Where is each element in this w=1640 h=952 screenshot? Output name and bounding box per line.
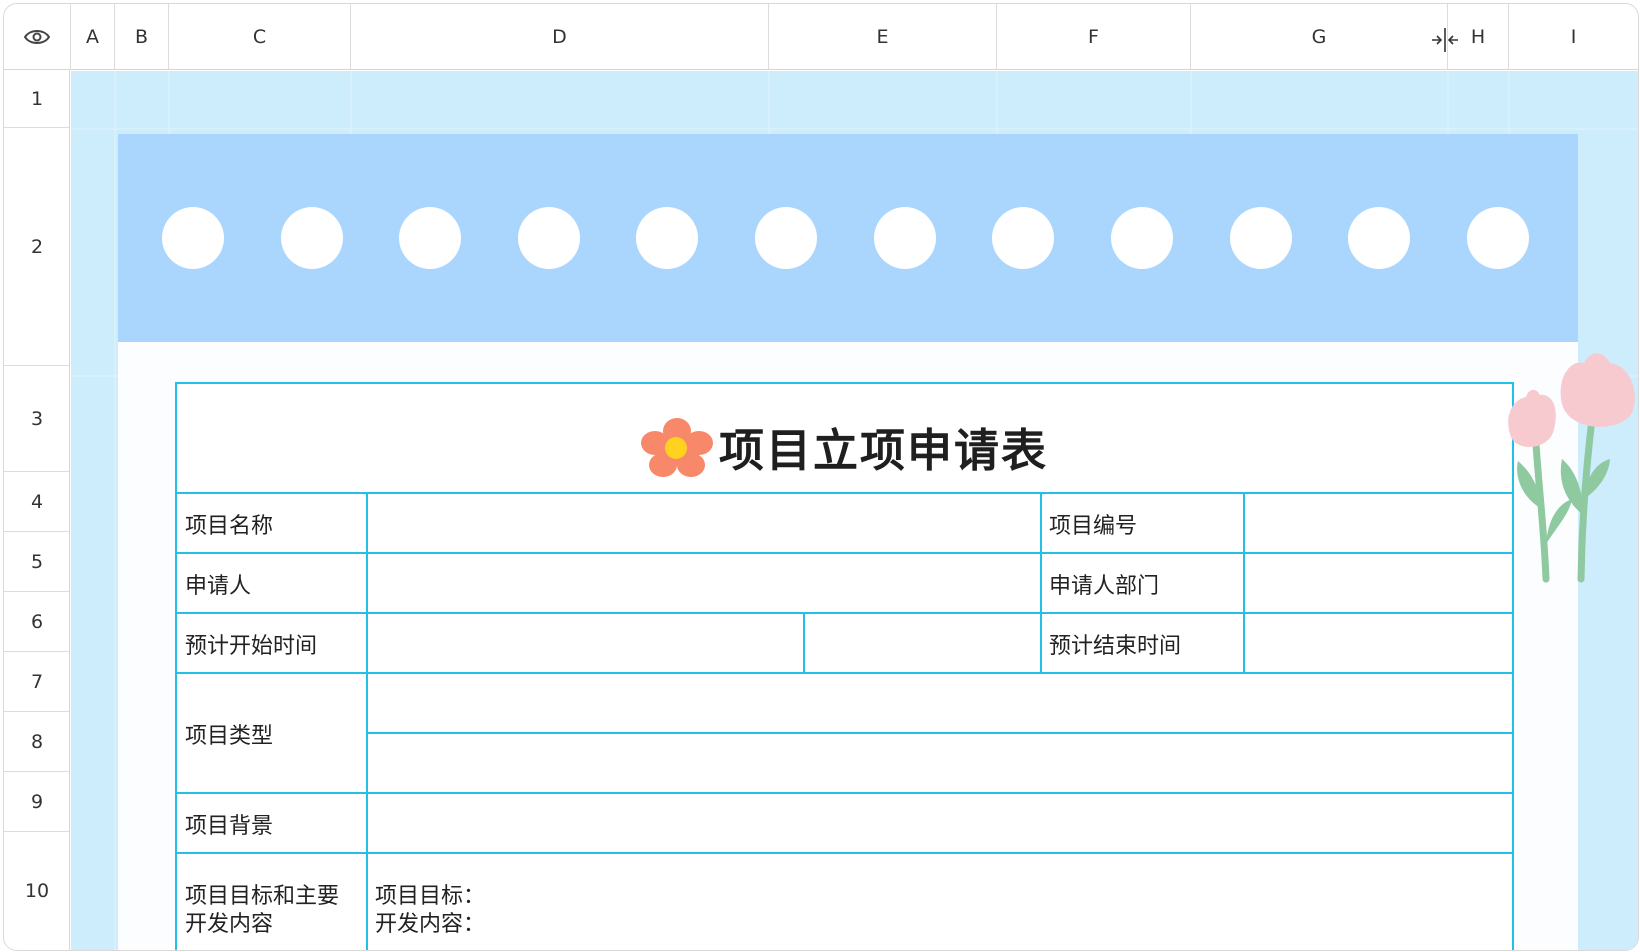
column-header: A B C D E F G H I bbox=[4, 4, 1638, 70]
column-resize-icon[interactable] bbox=[1430, 26, 1460, 54]
label-applicant[interactable]: 申请人 bbox=[185, 568, 251, 600]
banner-dot bbox=[874, 207, 936, 269]
input-project-number[interactable] bbox=[1245, 494, 1512, 552]
row-5[interactable]: 5 bbox=[4, 532, 70, 592]
label-planned-end[interactable]: 预计结束时间 bbox=[1049, 628, 1181, 660]
row-header: 1 2 3 4 5 6 7 8 9 10 bbox=[4, 70, 70, 950]
banner-dot bbox=[162, 207, 224, 269]
column-c[interactable]: C bbox=[169, 4, 351, 70]
banner-dot bbox=[1111, 207, 1173, 269]
banner-dot bbox=[1348, 207, 1410, 269]
flower-icon bbox=[640, 417, 713, 477]
label-project-background[interactable]: 项目背景 bbox=[185, 808, 273, 840]
column-d[interactable]: D bbox=[351, 4, 769, 70]
row-8[interactable]: 8 bbox=[4, 712, 70, 772]
banner-dot bbox=[1467, 207, 1529, 269]
tulip-illustration bbox=[1508, 353, 1635, 583]
label-project-number[interactable]: 项目编号 bbox=[1049, 508, 1137, 540]
row-2[interactable]: 2 bbox=[4, 128, 70, 366]
column-f[interactable]: F bbox=[997, 4, 1191, 70]
banner-dot bbox=[755, 207, 817, 269]
corner-cell[interactable] bbox=[4, 4, 71, 70]
input-project-background[interactable] bbox=[368, 794, 1512, 852]
banner-dot bbox=[992, 207, 1054, 269]
input-planned-start[interactable] bbox=[368, 614, 803, 672]
column-i[interactable]: I bbox=[1509, 4, 1638, 70]
input-project-name[interactable] bbox=[368, 494, 1040, 552]
project-application-form: 项目立项申请表 项目名称 项目编号 申请人 申请人部门 预计开始时间 预计结束时… bbox=[175, 382, 1514, 950]
label-applicant-dept[interactable]: 申请人部门 bbox=[1049, 568, 1159, 600]
label-planned-start[interactable]: 预计开始时间 bbox=[185, 628, 317, 660]
label-project-type[interactable]: 项目类型 bbox=[185, 718, 273, 750]
form-title[interactable]: 项目立项申请表 bbox=[719, 414, 1048, 479]
row-10[interactable]: 10 bbox=[4, 832, 70, 950]
input-planned-end[interactable] bbox=[1245, 614, 1512, 672]
banner-dot bbox=[1230, 207, 1292, 269]
column-e[interactable]: E bbox=[769, 4, 997, 70]
field-dev-content[interactable]: 开发内容： bbox=[375, 906, 485, 938]
label-project-name[interactable]: 项目名称 bbox=[185, 508, 273, 540]
label-goals-line2[interactable]: 开发内容 bbox=[185, 906, 273, 938]
input-planned-start-extra[interactable] bbox=[805, 614, 1040, 672]
row-9[interactable]: 9 bbox=[4, 772, 70, 832]
column-a[interactable]: A bbox=[71, 4, 115, 70]
row-3[interactable]: 3 bbox=[4, 366, 70, 472]
input-applicant[interactable] bbox=[368, 554, 1040, 612]
column-g[interactable]: G bbox=[1191, 4, 1448, 70]
row-7[interactable]: 7 bbox=[4, 652, 70, 712]
input-applicant-dept[interactable] bbox=[1245, 554, 1512, 612]
eye-icon[interactable] bbox=[23, 27, 51, 47]
banner-dot bbox=[281, 207, 343, 269]
spreadsheet-view: 项目立项申请表 项目名称 项目编号 申请人 申请人部门 预计开始时间 预计结束时… bbox=[3, 3, 1639, 951]
row-6[interactable]: 6 bbox=[4, 592, 70, 652]
banner-dot bbox=[636, 207, 698, 269]
form-title-row: 项目立项申请表 bbox=[177, 414, 1512, 488]
column-b[interactable]: B bbox=[115, 4, 169, 70]
input-project-type-1[interactable] bbox=[368, 674, 1512, 732]
banner-dot bbox=[399, 207, 461, 269]
input-project-type-2[interactable] bbox=[368, 734, 1512, 792]
row-1[interactable]: 1 bbox=[4, 70, 70, 128]
row-4[interactable]: 4 bbox=[4, 472, 70, 532]
banner-dot bbox=[518, 207, 580, 269]
